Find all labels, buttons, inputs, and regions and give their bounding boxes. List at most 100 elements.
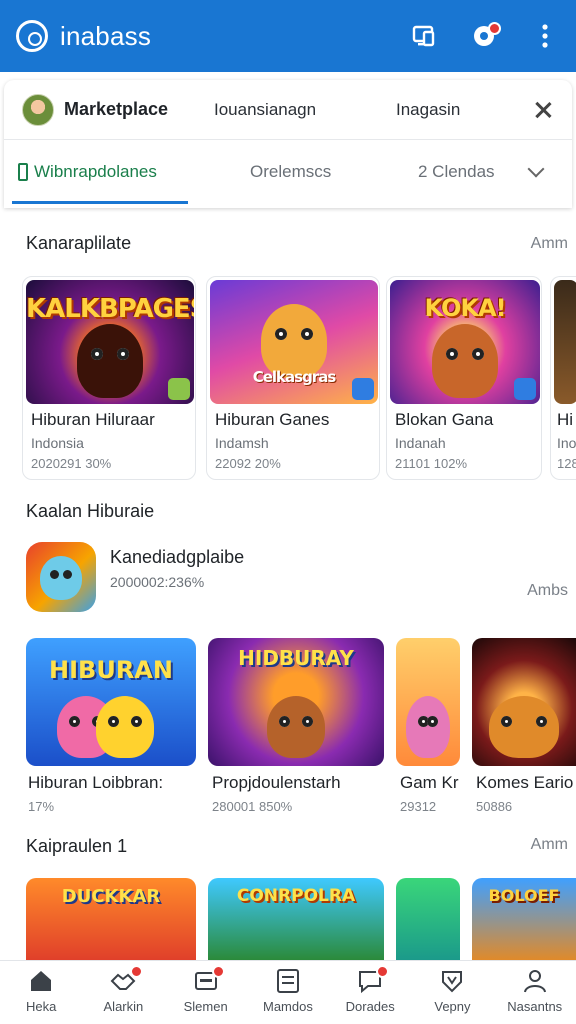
- nav-label: Dorades: [345, 999, 395, 1014]
- grid-icon: [276, 969, 299, 993]
- section-more-link[interactable]: Amm: [531, 235, 568, 253]
- game-name: Gam Kr: [400, 773, 459, 792]
- game-stats: 21101 102%: [395, 456, 468, 471]
- nav-label: Heka: [25, 999, 57, 1014]
- badge-icon: [352, 378, 374, 400]
- notification-badge: [129, 965, 143, 978]
- nav-label: Alarkin: [103, 999, 144, 1014]
- close-icon[interactable]: [532, 99, 554, 121]
- featured-app-name[interactable]: Kanediadgplaibe: [110, 547, 244, 568]
- game-region: Indanah: [395, 435, 446, 451]
- featured-app-icon[interactable]: [26, 542, 96, 612]
- sheet-link-1[interactable]: Iouansianagn: [214, 100, 396, 120]
- game-stats: 29312: [400, 799, 437, 814]
- badge-icon: [514, 378, 536, 400]
- app-logo-icon[interactable]: [16, 20, 48, 52]
- section-more-link[interactable]: Ambs: [527, 582, 568, 600]
- game-tile[interactable]: [396, 638, 460, 766]
- game-region: Indamsh: [215, 435, 269, 451]
- app-title: inabass: [60, 20, 152, 51]
- section-title: Kaipraulen 1: [26, 836, 128, 856]
- game-tile[interactable]: [472, 638, 576, 766]
- game-thumbnail: KOKA!: [390, 280, 540, 404]
- game-card[interactable]: Celkasgras Hiburan Ganes Indamsh 22092 2…: [206, 276, 380, 480]
- game-tile[interactable]: HIBURAN: [26, 638, 196, 766]
- home-icon: [31, 971, 52, 991]
- game-stats: 17%: [28, 799, 55, 814]
- section-title: Kaalan Hiburaie: [26, 501, 155, 521]
- game-thumbnail: [554, 280, 576, 404]
- character-art: [40, 556, 82, 600]
- sheet-title: Marketplace: [64, 99, 169, 119]
- character-art: [432, 324, 498, 398]
- nav-item-mamdos[interactable]: Mamdos: [247, 961, 329, 1024]
- badge-icon: [168, 378, 190, 400]
- chevron-down-icon[interactable]: [527, 160, 545, 178]
- app-bar: inabass: [0, 0, 576, 72]
- nav-label: Slemen: [183, 999, 228, 1014]
- person-icon: [523, 970, 546, 993]
- nav-item-home[interactable]: Heka: [0, 961, 82, 1024]
- tab-label: Wibnrapdolanes: [34, 162, 157, 181]
- nav-label: Mamdos: [263, 999, 313, 1014]
- game-name: Hiburan Hiluraar: [31, 410, 155, 429]
- game-name: Komes Eario: [476, 773, 574, 792]
- sheet-link-2[interactable]: Inagasin: [396, 100, 532, 120]
- nav-item-slemen[interactable]: Slemen: [165, 961, 247, 1024]
- game-art-text: BOLOEF: [488, 886, 560, 905]
- bottom-nav: Heka Alarkin Slemen Mamdos Dorades Vepny…: [0, 960, 576, 1024]
- game-region: Indonsia: [31, 435, 84, 451]
- tab-third[interactable]: 2 Clendas: [418, 140, 530, 204]
- game-art-text: KOKA!: [424, 294, 506, 322]
- notifications-icon[interactable]: [470, 21, 501, 51]
- sheet-header: Marketplace Iouansianagn Inagasin: [4, 80, 572, 140]
- game-stats: 128: [557, 456, 576, 471]
- character-art: [77, 324, 143, 398]
- game-thumbnail: Celkasgras: [210, 280, 378, 404]
- game-art-text: HIBURAN: [49, 656, 173, 684]
- tab-second[interactable]: Orelemscs: [250, 140, 410, 204]
- nav-label: Nasantns: [507, 999, 563, 1014]
- character-art: [406, 696, 450, 758]
- featured-app-stats: 2000002:236%: [110, 574, 205, 590]
- game-stats: 50886: [476, 799, 513, 814]
- game-tile[interactable]: [396, 878, 460, 960]
- game-card[interactable]: KOKA! Blokan Gana Indanah 21101 102%: [386, 276, 542, 480]
- notification-badge: [211, 965, 225, 978]
- game-art-text: CONRPOLRA: [236, 886, 356, 906]
- game-name: Blokan Gana: [395, 410, 494, 429]
- game-thumbnail: KALKBPAGES: [26, 280, 194, 404]
- nav-item-nasantns[interactable]: Nasantns: [494, 961, 576, 1024]
- avatar[interactable]: [22, 93, 54, 126]
- character-art: [267, 696, 325, 758]
- character-art: [489, 696, 559, 758]
- nav-item-dorades[interactable]: Dorades: [329, 961, 411, 1024]
- game-name: Propjdoulenstarh: [212, 773, 341, 792]
- nav-item-vepny[interactable]: Vepny: [411, 961, 493, 1024]
- more-vert-icon[interactable]: [530, 21, 560, 51]
- section-more-link[interactable]: Amm: [531, 836, 568, 854]
- game-tile[interactable]: CONRPOLRA: [208, 878, 384, 960]
- game-card[interactable]: KALKBPAGES Hiburan Hiluraar Indonsia 202…: [22, 276, 196, 480]
- game-tile[interactable]: BOLOEF: [472, 878, 576, 960]
- game-region: Ino: [557, 435, 576, 451]
- game-stats: 2020291 30%: [31, 456, 112, 471]
- game-tile[interactable]: DUCKKAR: [26, 878, 196, 960]
- tab-bar: Wibnrapdolanes Orelemscs 2 Clendas: [4, 140, 572, 204]
- marketplace-sheet: Marketplace Iouansianagn Inagasin Wibnra…: [4, 80, 572, 208]
- shield-icon: [442, 971, 463, 993]
- game-tile[interactable]: HIDBURAY: [208, 638, 384, 766]
- game-name: Hiburan Loibbran:: [28, 773, 164, 792]
- game-card[interactable]: Hi Ino 128: [550, 276, 576, 480]
- game-name: Hiburan Ganes: [215, 410, 330, 429]
- section-title: Kanaraplilate: [26, 233, 132, 253]
- nav-item-alarkin[interactable]: Alarkin: [82, 961, 164, 1024]
- tab-active[interactable]: Wibnrapdolanes: [4, 140, 188, 204]
- notification-badge: [488, 22, 501, 35]
- game-stats: 280001 850%: [212, 799, 293, 814]
- game-art-text: KALKBPAGES: [26, 294, 194, 324]
- game-art-text: DUCKKAR: [61, 886, 161, 907]
- phone-icon: [18, 163, 28, 181]
- character-art: [261, 304, 327, 378]
- devices-icon[interactable]: [410, 21, 440, 51]
